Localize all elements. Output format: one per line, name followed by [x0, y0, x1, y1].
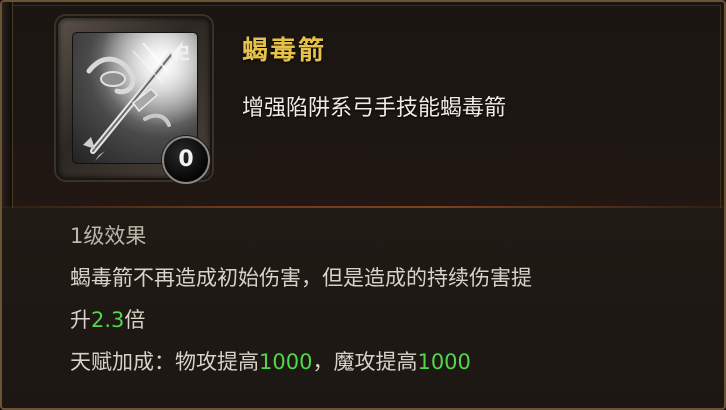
- skill-tooltip-panel: 0 蝎毒箭 增强陷阱系弓手技能蝎毒箭 1级效果 蝎毒箭不再造成初始伤害，但是造成…: [0, 0, 726, 410]
- tooltip-header: 0 蝎毒箭 增强陷阱系弓手技能蝎毒箭: [2, 2, 724, 206]
- effect-line-2-prefix: 升: [70, 308, 91, 332]
- physical-attack-bonus-value: 1000: [259, 350, 313, 374]
- magic-attack-bonus-value: 1000: [417, 350, 471, 374]
- skill-level-badge: 0: [162, 136, 210, 184]
- effect-section: 1级效果 蝎毒箭不再造成初始伤害，但是造成的持续伤害提 升2.3倍 天赋加成：物…: [2, 208, 724, 408]
- talent-bonus-prefix: 天赋加成：物攻提高: [70, 350, 259, 374]
- talent-bonus-line: 天赋加成：物攻提高1000，魔攻提高1000: [70, 346, 471, 376]
- effect-line-1: 蝎毒箭不再造成初始伤害，但是造成的持续伤害提: [70, 266, 532, 290]
- talent-bonus-mid: ，魔攻提高: [312, 350, 418, 374]
- effect-heading: 1级效果: [70, 224, 147, 248]
- skill-description: 增强陷阱系弓手技能蝎毒箭: [242, 96, 507, 121]
- effect-line-2: 升2.3倍: [70, 304, 145, 334]
- damage-multiplier-value: 2.3: [91, 308, 125, 332]
- skill-name: 蝎毒箭: [242, 36, 327, 66]
- skill-icon-frame: 0: [56, 16, 212, 184]
- effect-line-2-suffix: 倍: [124, 308, 146, 332]
